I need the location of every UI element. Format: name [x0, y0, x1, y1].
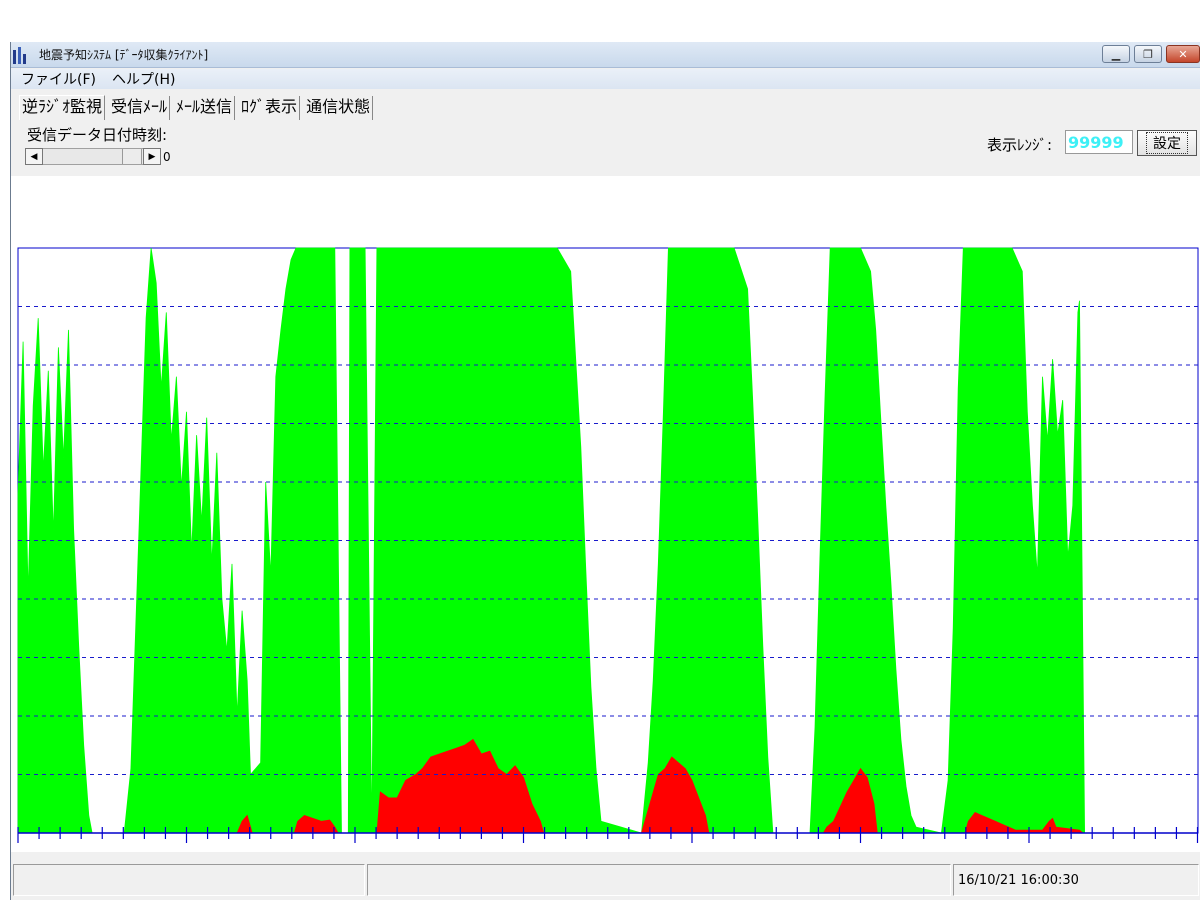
set-button-label: 設定	[1146, 132, 1188, 154]
app-window: 地震予知ｼｽﾃﾑ [ﾃﾞｰﾀ収集ｸﾗｲｱﾝﾄ] ▁ ❐ ✕ ファイル(F) ヘル…	[10, 42, 1200, 900]
status-cell-1	[13, 864, 365, 896]
status-datetime: 16/10/21 16:00:30	[953, 864, 1199, 896]
status-bar: 16/10/21 16:00:30	[11, 860, 1200, 896]
close-icon[interactable]: ✕	[1166, 45, 1200, 63]
date-scrollbar[interactable]: ◀ ▶	[25, 148, 161, 165]
display-range-label: 表示ﾚﾝｼﾞ:	[987, 136, 1053, 154]
tab-strip: 逆ﾗｼﾞｵ監視 受信ﾒｰﾙ ﾒｰﾙ送信 ﾛｸﾞ表示 通信状態	[19, 94, 377, 120]
minimize-icon[interactable]: ▁	[1102, 45, 1130, 63]
title-bar: 地震予知ｼｽﾃﾑ [ﾃﾞｰﾀ収集ｸﾗｲｱﾝﾄ] ▁ ❐ ✕	[11, 42, 1200, 68]
scroll-value: 0	[163, 150, 171, 164]
chart-panel: 16/10/1516/10/1616/10/1716/10/1816/10/19…	[11, 176, 1200, 852]
monitor-chart: 16/10/1516/10/1616/10/1716/10/1816/10/19…	[17, 247, 1199, 843]
display-range-input[interactable]: 99999	[1065, 130, 1133, 154]
set-button[interactable]: 設定	[1137, 130, 1197, 156]
tab-reverse-radio-monitor[interactable]: 逆ﾗｼﾞｵ監視	[19, 95, 106, 120]
status-cell-2	[367, 864, 951, 896]
app-icon	[13, 46, 31, 64]
tab-send-mail[interactable]: ﾒｰﾙ送信	[174, 96, 236, 120]
menu-help[interactable]: ヘルプ(H)	[112, 69, 175, 89]
window-title: 地震予知ｼｽﾃﾑ [ﾃﾞｰﾀ収集ｸﾗｲｱﾝﾄ]	[39, 48, 209, 62]
window-controls: ▁ ❐ ✕	[1102, 45, 1200, 63]
menu-file[interactable]: ファイル(F)	[21, 69, 96, 89]
scroll-right-icon[interactable]: ▶	[143, 148, 161, 165]
restore-icon[interactable]: ❐	[1134, 45, 1162, 63]
scroll-thumb[interactable]	[122, 149, 142, 164]
scroll-left-icon[interactable]: ◀	[25, 148, 43, 165]
tab-received-mail[interactable]: 受信ﾒｰﾙ	[109, 96, 171, 120]
tab-connection-status[interactable]: 通信状態	[304, 96, 374, 120]
received-datetime-label: 受信データ日付時刻:	[27, 126, 168, 144]
tab-log-view[interactable]: ﾛｸﾞ表示	[239, 96, 301, 120]
menu-bar: ファイル(F) ヘルプ(H)	[11, 69, 1200, 89]
